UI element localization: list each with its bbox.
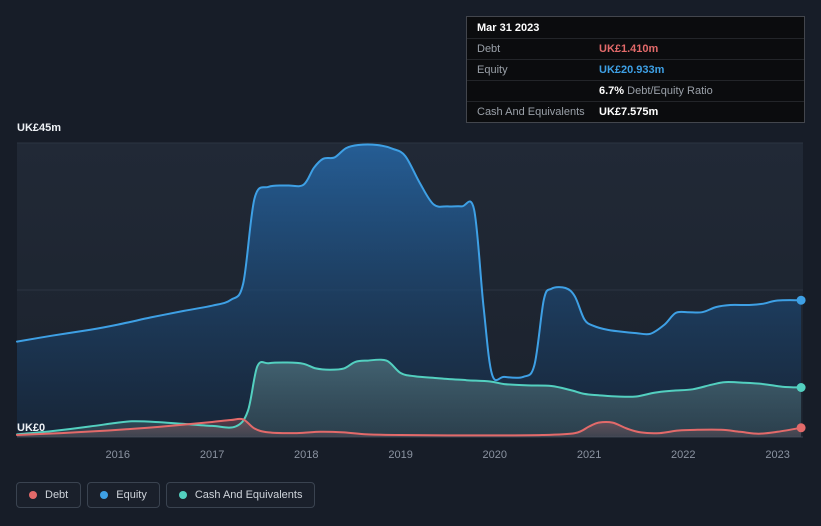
y-axis-max-label: UK£45m [17,122,62,134]
tooltip-date: Mar 31 2023 [467,17,804,39]
tooltip-cash-value: UK£7.575m [599,106,659,118]
tooltip-cash-label: Cash And Equivalents [477,106,585,118]
ratio-percent: 6.7% [599,85,625,97]
tooltip-row-equity: Equity UK£20.933m [467,60,804,81]
legend-equity-label: Equity [116,489,147,501]
ratio-caption: Debt/Equity Ratio [627,85,713,97]
tooltip-row-debt: Debt UK£1.410m [467,39,804,60]
chart-tooltip: Mar 31 2023 Debt UK£1.410m Equity UK£20.… [466,16,805,123]
tooltip-ratio-value: 6.7% Debt/Equity Ratio [599,85,713,97]
tooltip-row-cash: Cash And Equivalents UK£7.575m [467,102,804,122]
legend-item-debt[interactable]: Debt [16,482,82,508]
tooltip-row-ratio: 6.7% Debt/Equity Ratio [467,81,804,102]
cash-and-equivalents-end-dot [796,383,806,392]
tooltip-debt-label: Debt [477,43,501,55]
chart-legend: Debt Equity Cash And Equivalents [16,482,316,508]
tooltip-equity-value: UK£20.933m [599,64,665,76]
tooltip-debt-value: UK£1.410m [599,43,659,55]
legend-item-equity[interactable]: Equity [87,482,160,508]
tooltip-equity-label: Equity [477,64,508,76]
equity-dot-icon [100,491,109,499]
debt-dot-icon [29,491,37,499]
debt-end-dot [796,423,806,433]
cash-dot-icon [178,491,187,499]
legend-item-cash[interactable]: Cash And Equivalents [165,482,316,508]
legend-cash-label: Cash And Equivalents [194,489,303,501]
legend-debt-label: Debt [45,489,69,501]
y-axis-zero-label: UK£0 [17,422,46,434]
equity-end-dot [796,295,806,305]
